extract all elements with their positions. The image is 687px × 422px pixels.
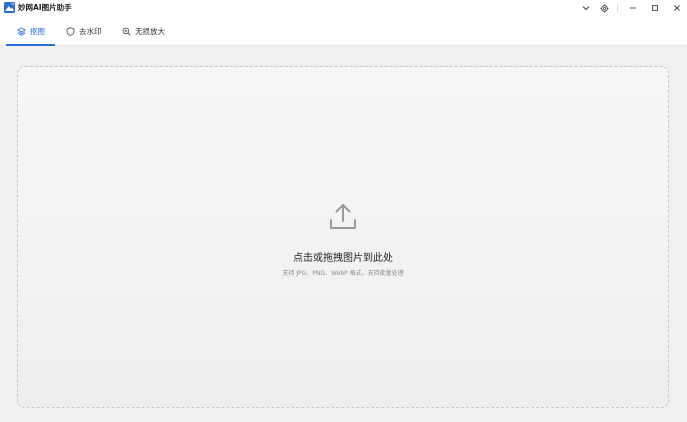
upload-icon [330,204,356,229]
shield-icon [66,26,75,36]
image-dropzone[interactable]: 点击或拖拽图片到此处 支持 JPG、PNG、WebP 格式，支持批量处理 [17,66,669,408]
tab-lossless-upscale[interactable]: 无损放大 [122,16,165,46]
app-title: 妙网AI图片助手 [18,3,72,12]
dropzone-hint: 支持 JPG、PNG、WebP 格式，支持批量处理 [282,270,404,277]
zoom-in-icon [122,27,131,36]
tab-bar: 抠图 去水印 无损放大 [0,16,687,46]
main-content: 点击或拖拽图片到此处 支持 JPG、PNG、WebP 格式，支持批量处理 [0,46,687,422]
title-bar: 妙网AI图片助手 [0,0,687,16]
app-logo-icon [4,2,15,13]
close-icon[interactable] [669,0,685,16]
maximize-icon[interactable] [647,0,663,16]
gear-icon[interactable] [596,0,612,16]
tab-remove-watermark[interactable]: 去水印 [66,16,102,46]
window-controls-divider [617,4,618,13]
tab-cutout[interactable]: 抠图 [17,16,45,46]
layers-icon [17,26,26,36]
chevron-down-icon[interactable] [578,0,594,16]
dropzone-title: 点击或拖拽图片到此处 [293,253,393,264]
tab-lossless-upscale-label: 无损放大 [135,26,165,36]
tab-cutout-label: 抠图 [30,26,45,36]
minimize-icon[interactable] [625,0,641,16]
tab-remove-watermark-label: 去水印 [79,26,102,36]
